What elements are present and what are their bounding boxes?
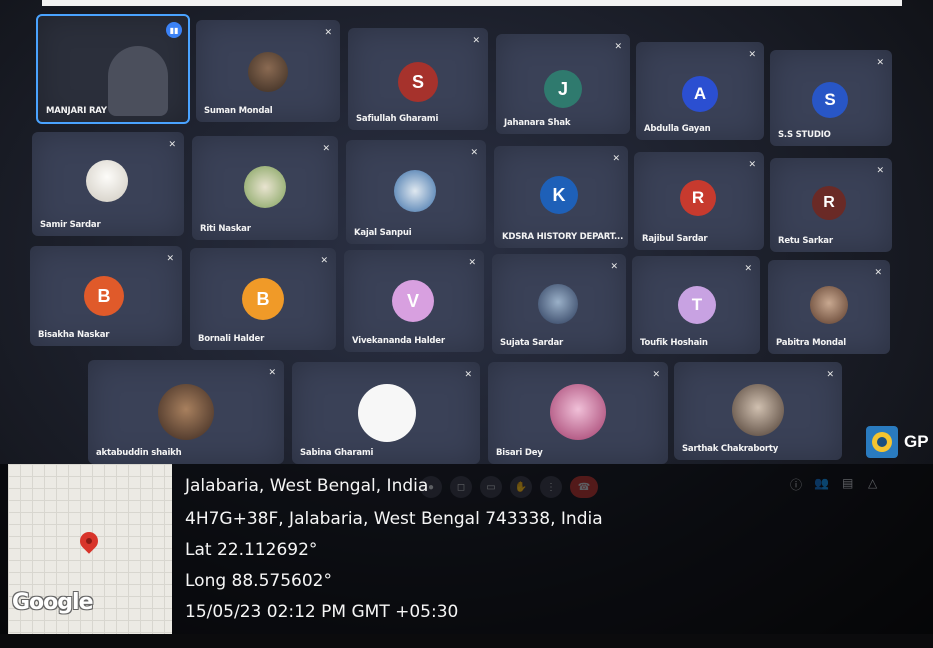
participant-tile[interactable]: R ✕ Retu Sarkar	[770, 158, 892, 252]
participant-tile[interactable]: A ✕ Abdulla Gayan	[636, 42, 764, 140]
mic-off-icon: ✕	[464, 369, 472, 379]
mic-off-icon: ✕	[612, 153, 620, 163]
gps-camera-icon	[866, 426, 898, 458]
participant-tile[interactable]: ✕ Riti Naskar	[192, 136, 338, 240]
participant-tile-self[interactable]: ▮▮ MANJARI RAY	[36, 14, 190, 124]
participant-tile[interactable]: K ✕ KDSRA HISTORY DEPART...	[494, 146, 628, 248]
participant-name: Jahanara Shak	[504, 118, 571, 128]
google-logo: Google	[12, 590, 93, 615]
participant-avatar	[550, 384, 606, 440]
location-address: 4H7G+38F, Jalabaria, West Bengal 743338,…	[185, 509, 603, 529]
participant-name: Sarthak Chakraborty	[682, 444, 779, 454]
participant-name: Retu Sarkar	[778, 236, 833, 246]
participant-tile[interactable]: V ✕ Vivekananda Halder	[344, 250, 484, 352]
participant-tile[interactable]: B ✕ Bisakha Naskar	[30, 246, 182, 346]
participant-name: Samir Sardar	[40, 220, 101, 230]
mic-off-icon: ✕	[268, 367, 276, 377]
mic-off-icon: ✕	[168, 139, 176, 149]
participant-tile[interactable]: ✕ Suman Mondal	[196, 20, 340, 122]
participant-tile[interactable]: R ✕ Rajibul Sardar	[634, 152, 764, 250]
mic-off-icon: ✕	[744, 263, 752, 273]
participant-avatar: J	[544, 70, 582, 108]
participant-name: Riti Naskar	[200, 224, 251, 234]
participant-avatar: R	[680, 180, 716, 216]
participant-tile[interactable]: S ✕ Safiullah Gharami	[348, 28, 488, 130]
mic-off-icon: ✕	[652, 369, 660, 379]
participant-name: Safiullah Gharami	[356, 114, 439, 124]
participant-avatar	[358, 384, 416, 442]
participant-name: Bisakha Naskar	[38, 330, 110, 340]
mic-off-icon: ✕	[874, 267, 882, 277]
participant-name: S.S STUDIO	[778, 130, 831, 140]
participant-avatar: S	[398, 62, 438, 102]
participant-name: KDSRA HISTORY DEPART...	[502, 232, 624, 242]
location-line-1: Jalabaria, West Bengal, India	[185, 476, 429, 496]
top-bar	[42, 0, 902, 6]
participant-avatar: K	[540, 176, 578, 214]
participant-avatar: V	[392, 280, 434, 322]
participant-tile[interactable]: ✕ Sarthak Chakraborty	[674, 362, 842, 460]
mic-off-icon: ✕	[166, 253, 174, 263]
participant-name: Toufik Hoshain	[640, 338, 708, 348]
participant-name: Pabitra Mondal	[776, 338, 846, 348]
participant-tile[interactable]: ✕ aktabuddin shaikh	[88, 360, 284, 464]
participant-name: Bornali Halder	[198, 334, 265, 344]
participant-tile[interactable]: ✕ Samir Sardar	[32, 132, 184, 236]
location-latitude: Lat 22.112692°	[185, 540, 318, 560]
participant-name: Bisari Dey	[496, 448, 543, 458]
participant-avatar: B	[84, 276, 124, 316]
participant-tile[interactable]: ✕ Sujata Sardar	[492, 254, 626, 354]
participant-name: aktabuddin shaikh	[96, 448, 182, 458]
mic-off-icon: ✕	[748, 159, 756, 169]
participant-tile[interactable]: B ✕ Bornali Halder	[190, 248, 336, 350]
participant-avatar	[394, 170, 436, 212]
participant-avatar: R	[812, 186, 846, 220]
bottom-bezel	[0, 634, 933, 648]
participant-name: Abdulla Gayan	[644, 124, 711, 134]
participant-avatar	[732, 384, 784, 436]
mic-off-icon: ✕	[468, 257, 476, 267]
speaking-icon: ▮▮	[166, 22, 182, 38]
mic-off-icon: ✕	[322, 143, 330, 153]
location-longitude: Long 88.575602°	[185, 571, 332, 591]
participant-avatar: B	[242, 278, 284, 320]
participant-avatar	[158, 384, 214, 440]
participant-tile[interactable]: J ✕ Jahanara Shak	[496, 34, 630, 134]
participant-tile[interactable]: S ✕ S.S STUDIO	[770, 50, 892, 146]
mic-off-icon: ✕	[876, 165, 884, 175]
participant-video	[108, 46, 168, 116]
mic-off-icon: ✕	[324, 27, 332, 37]
participant-avatar: S	[812, 82, 848, 118]
participant-avatar	[810, 286, 848, 324]
participant-name: Rajibul Sardar	[642, 234, 708, 244]
location-datetime: 15/05/23 02:12 PM GMT +05:30	[185, 602, 459, 622]
participant-tile[interactable]: ✕ Sabina Gharami	[292, 362, 480, 464]
participant-avatar	[86, 160, 128, 202]
participant-name: Kajal Sanpui	[354, 228, 412, 238]
participant-name: MANJARI RAY	[46, 106, 107, 116]
mic-off-icon: ✕	[320, 255, 328, 265]
participant-name: Sujata Sardar	[500, 338, 564, 348]
participant-name: Suman Mondal	[204, 106, 273, 116]
mic-off-icon: ✕	[748, 49, 756, 59]
participant-tile[interactable]: ✕ Kajal Sanpui	[346, 140, 486, 244]
mic-off-icon: ✕	[610, 261, 618, 271]
participant-tile[interactable]: T ✕ Toufik Hoshain	[632, 256, 760, 354]
mic-off-icon: ✕	[470, 147, 478, 157]
participant-avatar	[244, 166, 286, 208]
participant-name: Sabina Gharami	[300, 448, 374, 458]
participant-name: Vivekananda Halder	[352, 336, 445, 346]
participant-avatar	[248, 52, 288, 92]
gps-camera-badge: GP	[866, 424, 933, 460]
gps-app-label: GP	[904, 432, 929, 451]
participant-tile[interactable]: ✕ Pabitra Mondal	[768, 260, 890, 354]
participant-avatar: T	[678, 286, 716, 324]
mic-off-icon: ✕	[614, 41, 622, 51]
mic-off-icon: ✕	[876, 57, 884, 67]
participant-avatar: A	[682, 76, 718, 112]
participant-avatar	[538, 284, 578, 324]
mic-off-icon: ✕	[826, 369, 834, 379]
mic-off-icon: ✕	[472, 35, 480, 45]
participant-tile[interactable]: ✕ Bisari Dey	[488, 362, 668, 464]
